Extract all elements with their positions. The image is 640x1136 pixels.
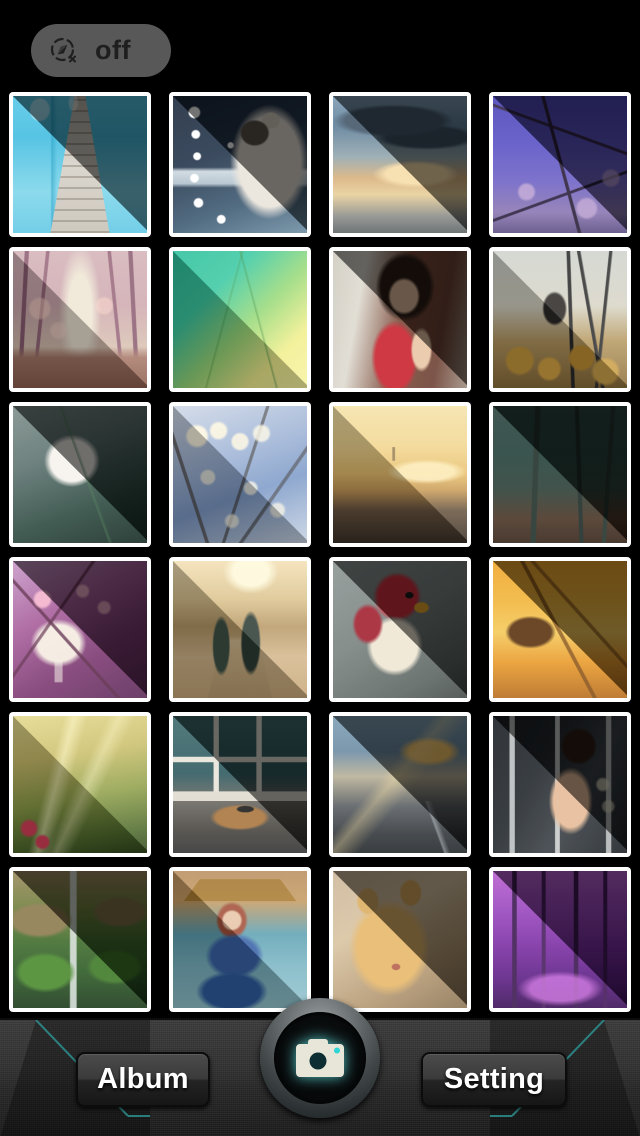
photo-thumbnail[interactable] (9, 712, 151, 857)
photo-thumbnail[interactable] (9, 557, 151, 702)
photo-thumbnail[interactable] (329, 247, 471, 392)
photo-thumbnail[interactable] (9, 247, 151, 392)
top-bar: off (0, 0, 640, 88)
photo-thumbnail[interactable] (329, 92, 471, 237)
bottom-toolbar: Album Setting (0, 998, 640, 1136)
photo-thumbnail[interactable] (329, 557, 471, 702)
photo-thumbnail[interactable] (169, 247, 311, 392)
geotag-toggle-label: off (95, 35, 131, 65)
location-off-icon (49, 36, 79, 66)
photo-thumbnail[interactable] (489, 402, 631, 547)
photo-thumbnail[interactable] (489, 867, 631, 1012)
photo-thumbnail[interactable] (329, 402, 471, 547)
photo-thumbnail[interactable] (169, 402, 311, 547)
photo-thumbnail[interactable] (489, 92, 631, 237)
photo-grid (9, 92, 631, 1022)
photo-thumbnail[interactable] (9, 402, 151, 547)
camera-icon (296, 1039, 344, 1077)
photo-thumbnail[interactable] (329, 867, 471, 1012)
photo-thumbnail[interactable] (169, 712, 311, 857)
album-button[interactable]: Album (76, 1052, 210, 1107)
camera-gallery-screen: off Album Setting (0, 0, 640, 1136)
photo-thumbnail[interactable] (489, 712, 631, 857)
photo-thumbnail[interactable] (9, 92, 151, 237)
setting-button[interactable]: Setting (421, 1052, 567, 1107)
photo-thumbnail[interactable] (169, 867, 311, 1012)
photo-thumbnail[interactable] (9, 867, 151, 1012)
setting-button-label: Setting (443, 1063, 545, 1095)
geotag-toggle-button[interactable]: off (31, 24, 171, 77)
photo-thumbnail[interactable] (169, 92, 311, 237)
photo-thumbnail[interactable] (329, 712, 471, 857)
photo-thumbnail[interactable] (489, 557, 631, 702)
photo-thumbnail[interactable] (489, 247, 631, 392)
shutter-button[interactable] (260, 998, 380, 1118)
photo-thumbnail[interactable] (169, 557, 311, 702)
album-button-label: Album (97, 1063, 189, 1095)
